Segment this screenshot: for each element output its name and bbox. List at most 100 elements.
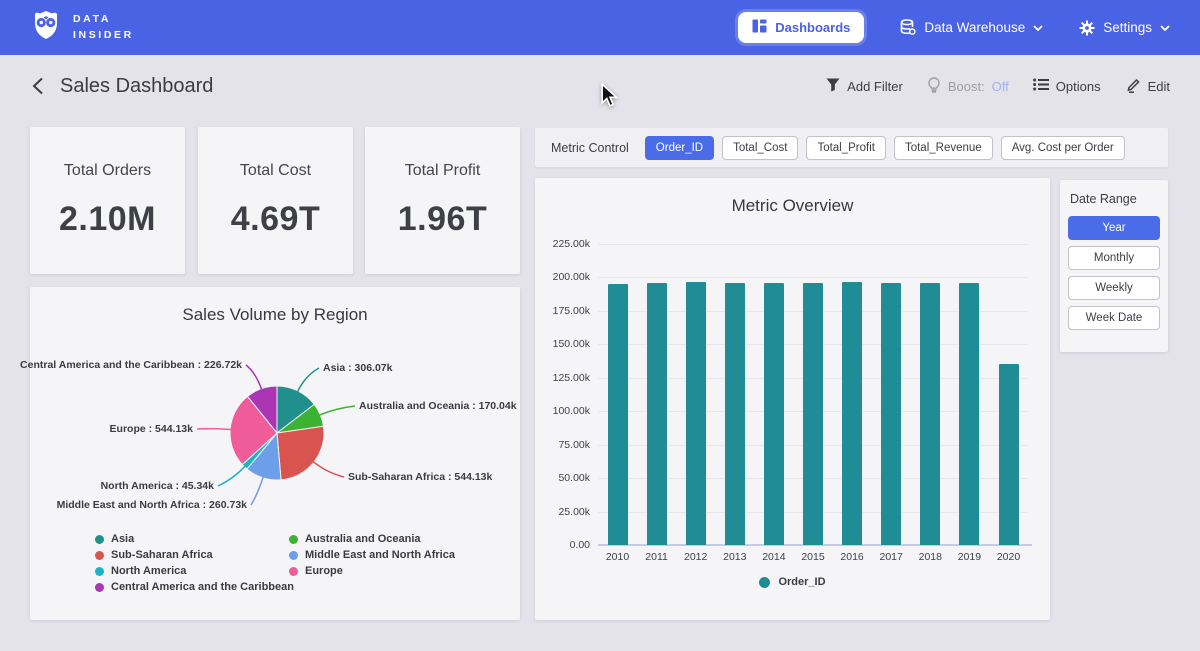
bar-2018[interactable] <box>920 283 940 545</box>
y-tick-label: 125.00k <box>553 372 590 384</box>
x-tick-label: 2010 <box>606 551 629 563</box>
y-tick-label: 175.00k <box>553 305 590 317</box>
metric-buttons: Order_ID Total_Cost Total_Profit Total_Reve… <box>645 136 1125 160</box>
x-tick-label: 2013 <box>723 551 746 563</box>
legend-dot <box>289 551 298 560</box>
pie-callout-line <box>218 466 245 486</box>
edit-button[interactable]: Edit <box>1125 77 1170 96</box>
legend-dot <box>759 577 770 588</box>
kpi-card-total-orders: Total Orders 2.10M <box>30 127 185 274</box>
pie-label-middle-east-and-north-africa: Middle East and North Africa : 260.73k <box>57 499 247 511</box>
x-tick-label: 2019 <box>958 551 981 563</box>
nav-settings[interactable]: Settings <box>1079 20 1170 36</box>
legend-dot <box>95 535 104 544</box>
bar-2011[interactable] <box>647 283 667 545</box>
legend-dot <box>289 535 298 544</box>
kpi-value: 4.69T <box>231 200 320 239</box>
pie-callout-line <box>319 406 355 415</box>
kpi-card-total-profit: Total Profit 1.96T <box>365 127 520 274</box>
brand-logo[interactable]: DATA INSIDER <box>30 8 134 47</box>
kpi-value: 2.10M <box>59 200 156 239</box>
back-button[interactable] <box>30 75 46 97</box>
nav-settings-label: Settings <box>1103 20 1152 35</box>
pie-callout-line <box>197 429 231 430</box>
options-icon <box>1033 78 1049 94</box>
bar-plot <box>598 244 1028 545</box>
x-tick-label: 2012 <box>684 551 707 563</box>
page-header: Sales Dashboard Add Filter Boost: Off <box>0 55 1200 117</box>
date-range-buttons: Year Monthly Weekly Week Date <box>1068 216 1160 330</box>
kpi-card-total-cost: Total Cost 4.69T <box>198 127 353 274</box>
nav-data-warehouse-label: Data Warehouse <box>924 20 1025 35</box>
y-tick-label: 50.00k <box>558 472 590 484</box>
legend-dot <box>95 567 104 576</box>
bar-2017[interactable] <box>881 283 901 545</box>
x-tick-label: 2018 <box>919 551 942 563</box>
boost-toggle[interactable]: Boost: Off <box>927 77 1009 96</box>
bar-2014[interactable] <box>764 283 784 545</box>
filter-icon <box>826 78 840 95</box>
x-tick-label: 2015 <box>801 551 824 563</box>
legend-label: Middle East and North Africa <box>305 549 455 561</box>
legend-label: Australia and Oceania <box>305 533 421 545</box>
metric-button-total-cost[interactable]: Total_Cost <box>722 136 798 160</box>
database-icon <box>900 19 916 36</box>
legend-item-sub-saharan-africa: Sub-Saharan Africa <box>95 549 213 561</box>
y-tick-label: 0.00 <box>570 539 590 551</box>
legend-label: Asia <box>111 533 134 545</box>
metric-control-label: Metric Control <box>551 141 629 155</box>
legend-label: Sub-Saharan Africa <box>111 549 213 561</box>
bar-2012[interactable] <box>686 282 706 545</box>
date-range-panel: Date Range Year Monthly Weekly Week Date <box>1060 180 1168 352</box>
date-range-button-year[interactable]: Year <box>1068 216 1160 240</box>
bar-2016[interactable] <box>842 282 862 545</box>
nav-data-warehouse[interactable]: Data Warehouse <box>900 19 1043 36</box>
pie-label-central-america-and-the-caribbean: Central America and the Caribbean : 226.… <box>20 359 242 371</box>
pie-label-north-america: North America : 45.34k <box>101 480 214 492</box>
bar-chart-title: Metric Overview <box>535 196 1050 216</box>
pie-callout-line <box>313 462 344 477</box>
dashboard-icon <box>752 19 767 36</box>
date-range-label: Date Range <box>1070 192 1160 206</box>
metric-button-order-id[interactable]: Order_ID <box>645 136 714 160</box>
metric-button-total-revenue[interactable]: Total_Revenue <box>894 136 993 160</box>
pie-label-europe: Europe : 544.13k <box>110 423 193 435</box>
options-button[interactable]: Options <box>1033 78 1101 94</box>
pie-chart-card: Sales Volume by Region Asia : 306.07kAus… <box>30 287 520 620</box>
legend-item-north-america: North America <box>95 565 186 577</box>
x-tick-label: 2014 <box>762 551 785 563</box>
y-tick-label: 100.00k <box>553 405 590 417</box>
bar-2019[interactable] <box>959 283 979 545</box>
date-range-button-week-date[interactable]: Week Date <box>1068 306 1160 330</box>
metric-button-total-profit[interactable]: Total_Profit <box>806 136 886 160</box>
pie-label-sub-saharan-africa: Sub-Saharan Africa : 544.13k <box>348 471 492 483</box>
owl-logo-icon <box>30 8 62 47</box>
date-range-button-monthly[interactable]: Monthly <box>1068 246 1160 270</box>
gridline <box>598 244 1028 245</box>
nav-dashboards-button[interactable]: Dashboards <box>738 12 864 43</box>
gridline <box>598 277 1028 278</box>
pie-slice-sub-saharan-africa[interactable] <box>277 426 324 480</box>
kpi-title: Total Orders <box>64 162 151 180</box>
add-filter-button[interactable]: Add Filter <box>826 78 903 95</box>
legend-item-asia: Asia <box>95 533 134 545</box>
bar-2020[interactable] <box>999 364 1019 545</box>
top-nav-bar: DATA INSIDER Dashboards <box>0 0 1200 55</box>
metric-control-bar: Metric Control Order_ID Total_Cost Total_P… <box>535 128 1168 167</box>
metric-button-avg-cost-per-order[interactable]: Avg. Cost per Order <box>1001 136 1125 160</box>
bar-xaxis: 2010201120122013201420152016201720182019… <box>598 551 1028 565</box>
legend-label: Central America and the Caribbean <box>111 581 294 593</box>
edit-icon <box>1125 77 1141 96</box>
bar-2015[interactable] <box>803 283 823 545</box>
y-tick-label: 150.00k <box>553 338 590 350</box>
pie-callout-line <box>246 365 262 390</box>
nav-dashboards-label: Dashboards <box>775 20 850 35</box>
bar-2013[interactable] <box>725 283 745 545</box>
date-range-button-weekly[interactable]: Weekly <box>1068 276 1160 300</box>
bar-yaxis: 0.0025.00k50.00k75.00k100.00k125.00k150.… <box>535 244 590 545</box>
y-tick-label: 75.00k <box>558 439 590 451</box>
pie-callout-line <box>297 368 319 392</box>
legend-label: North America <box>111 565 186 577</box>
bar-2010[interactable] <box>608 284 628 546</box>
y-tick-label: 225.00k <box>553 238 590 250</box>
